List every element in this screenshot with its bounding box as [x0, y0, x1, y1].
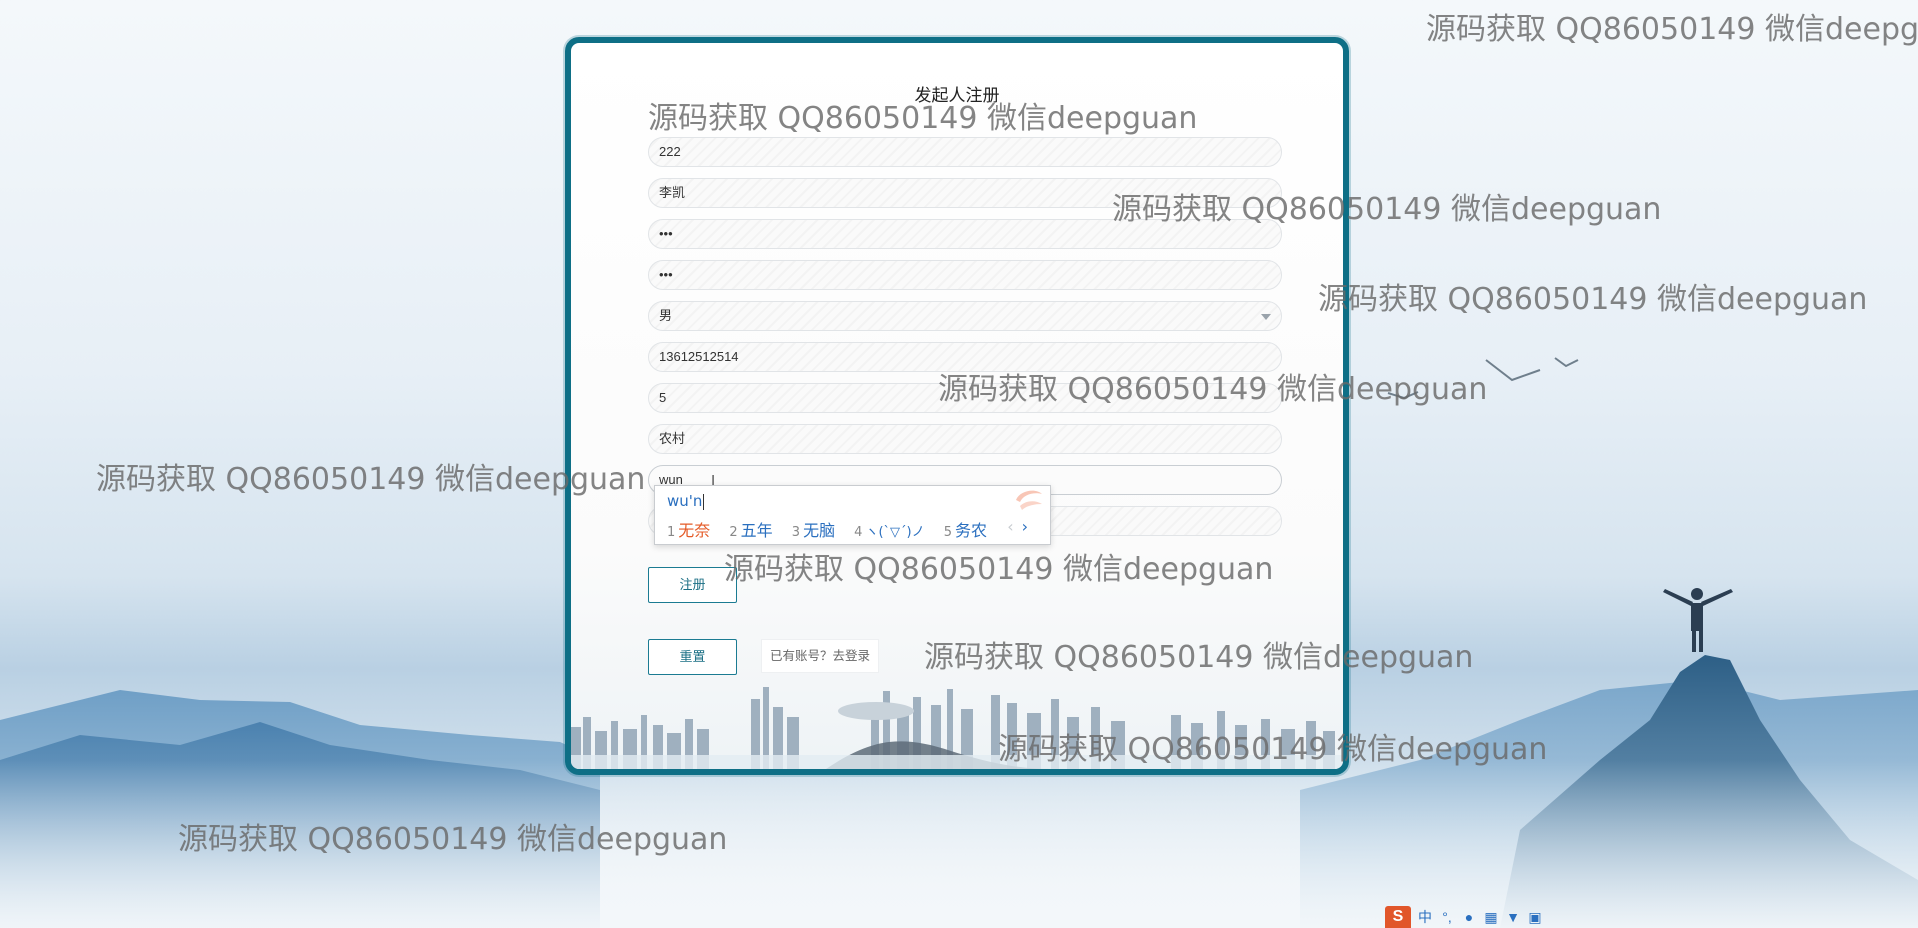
ime-composition-text: wu'n — [667, 492, 703, 510]
ime-candidate[interactable]: 5 务农 — [944, 517, 987, 541]
reset-button[interactable]: 重置 — [648, 639, 737, 675]
input-mode-toggle[interactable]: 中 — [1417, 909, 1433, 925]
ime-composition: wu'n — [667, 492, 705, 510]
ime-candidate-text: ヽ(ˋ▽ˊ)ノ — [865, 525, 925, 540]
ime-candidate-text: 务农 — [954, 521, 987, 540]
register-card: 发起人注册 222 李凯 ••• ••• 男 13612512514 5 农村 … — [565, 37, 1349, 775]
toolbox-icon[interactable]: ▣ — [1527, 909, 1543, 925]
gender-select[interactable]: 男 — [648, 301, 1282, 331]
ime-candidate-text: 无奈 — [678, 521, 711, 540]
ime-page-nav: ‹ › — [1007, 517, 1028, 536]
ime-candidate[interactable]: 2 五年 — [729, 517, 772, 541]
ime-candidate[interactable]: 3 无脑 — [792, 517, 835, 541]
keyboard-icon[interactable]: ▦ — [1483, 909, 1499, 925]
field-8[interactable]: 农村 — [648, 424, 1282, 454]
punctuation-icon[interactable]: °, — [1439, 909, 1455, 925]
ime-candidate-number: 5 — [943, 525, 952, 540]
chevron-down-icon — [1261, 314, 1271, 320]
city-skyline-image — [571, 687, 1343, 769]
ime-next-page-icon[interactable]: › — [1022, 517, 1028, 536]
ime-candidate-number: 1 — [667, 525, 676, 540]
page-title: 发起人注册 — [914, 86, 1000, 105]
microphone-icon[interactable]: ● — [1461, 909, 1477, 925]
name-field[interactable]: 李凯 — [648, 178, 1282, 208]
confirm-password-field[interactable]: ••• — [648, 260, 1282, 290]
ime-candidate-number: 2 — [729, 525, 738, 540]
gender-select-value: 男 — [659, 308, 673, 323]
ime-candidate-number: 4 — [854, 525, 863, 540]
account-field[interactable]: 222 — [648, 137, 1282, 167]
password-field[interactable]: ••• — [648, 219, 1282, 249]
ime-candidate[interactable]: 1 无奈 — [667, 517, 710, 541]
ime-candidate-popup: wu'n 1 无奈 2 五年 3 无脑 4 ヽ(ˋ▽ˊ)ノ 5 务农 ‹ › — [654, 485, 1051, 545]
register-button[interactable]: 注册 — [648, 567, 737, 603]
ime-candidate-list: 1 无奈 2 五年 3 无脑 4 ヽ(ˋ▽ˊ)ノ 5 务农 — [667, 517, 1001, 541]
ime-candidate[interactable]: 4 ヽ(ˋ▽ˊ)ノ — [854, 521, 924, 540]
ime-candidate-text: 五年 — [740, 521, 773, 540]
field-7[interactable]: 5 — [648, 383, 1282, 413]
ime-candidate-number: 3 — [791, 525, 801, 540]
login-link[interactable]: 已有账号？去登录 — [761, 639, 879, 673]
ime-candidate-text: 无脑 — [803, 521, 836, 540]
sogou-logo-icon[interactable]: S — [1385, 906, 1411, 928]
ime-status-bar: S 中 °, ● ▦ ▼ ▣ — [1385, 906, 1543, 928]
sogou-ime-logo-icon — [1016, 490, 1042, 510]
ime-prev-page-icon[interactable]: ‹ — [1007, 517, 1013, 536]
skin-icon[interactable]: ▼ — [1505, 909, 1521, 925]
phone-field[interactable]: 13612512514 — [648, 342, 1282, 372]
